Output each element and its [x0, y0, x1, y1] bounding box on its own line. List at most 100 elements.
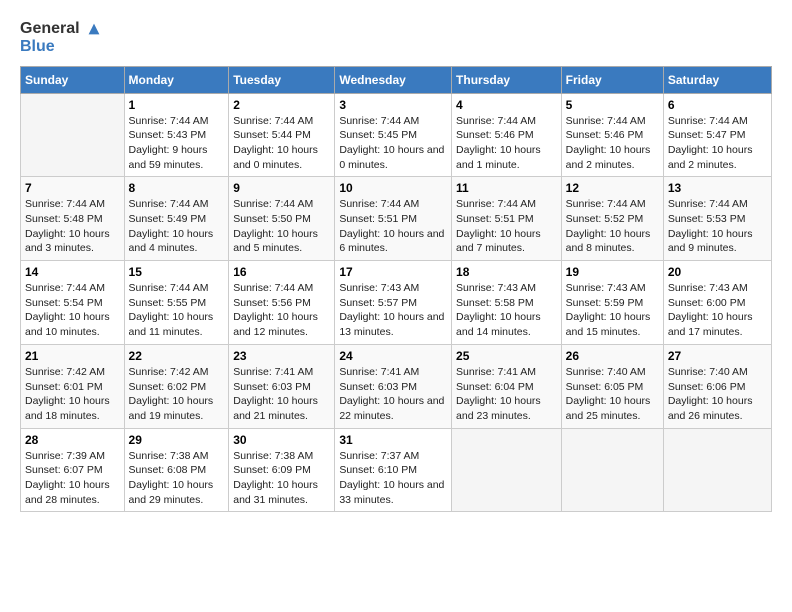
calendar-table: SundayMondayTuesdayWednesdayThursdayFrid…: [20, 66, 772, 513]
calendar-cell: 1 Sunrise: 7:44 AMSunset: 5:43 PMDayligh…: [124, 93, 229, 177]
day-info: Sunrise: 7:44 AMSunset: 5:48 PMDaylight:…: [25, 197, 120, 256]
calendar-cell: 20 Sunrise: 7:43 AMSunset: 6:00 PMDaylig…: [663, 261, 771, 345]
calendar-cell: 3 Sunrise: 7:44 AMSunset: 5:45 PMDayligh…: [335, 93, 452, 177]
weekday-header: Thursday: [452, 66, 562, 93]
day-info: Sunrise: 7:44 AMSunset: 5:46 PMDaylight:…: [566, 114, 659, 173]
logo: General Blue: [20, 20, 104, 56]
day-number: 10: [339, 181, 447, 195]
calendar-cell: 6 Sunrise: 7:44 AMSunset: 5:47 PMDayligh…: [663, 93, 771, 177]
weekday-header: Sunday: [21, 66, 125, 93]
calendar-cell: 4 Sunrise: 7:44 AMSunset: 5:46 PMDayligh…: [452, 93, 562, 177]
day-number: 8: [129, 181, 225, 195]
calendar-cell: 26 Sunrise: 7:40 AMSunset: 6:05 PMDaylig…: [561, 344, 663, 428]
day-number: 27: [668, 349, 767, 363]
day-number: 3: [339, 98, 447, 112]
day-number: 24: [339, 349, 447, 363]
day-number: 4: [456, 98, 557, 112]
calendar-cell: 7 Sunrise: 7:44 AMSunset: 5:48 PMDayligh…: [21, 177, 125, 261]
day-info: Sunrise: 7:38 AMSunset: 6:08 PMDaylight:…: [129, 449, 225, 508]
day-info: Sunrise: 7:44 AMSunset: 5:53 PMDaylight:…: [668, 197, 767, 256]
calendar-cell: [561, 428, 663, 512]
day-info: Sunrise: 7:39 AMSunset: 6:07 PMDaylight:…: [25, 449, 120, 508]
calendar-cell: [452, 428, 562, 512]
day-number: 14: [25, 265, 120, 279]
calendar-week-row: 7 Sunrise: 7:44 AMSunset: 5:48 PMDayligh…: [21, 177, 772, 261]
page-header: General Blue: [20, 20, 772, 56]
day-number: 20: [668, 265, 767, 279]
calendar-cell: 5 Sunrise: 7:44 AMSunset: 5:46 PMDayligh…: [561, 93, 663, 177]
weekday-header: Wednesday: [335, 66, 452, 93]
day-info: Sunrise: 7:41 AMSunset: 6:03 PMDaylight:…: [339, 365, 447, 424]
calendar-cell: 9 Sunrise: 7:44 AMSunset: 5:50 PMDayligh…: [229, 177, 335, 261]
day-number: 5: [566, 98, 659, 112]
calendar-cell: 12 Sunrise: 7:44 AMSunset: 5:52 PMDaylig…: [561, 177, 663, 261]
calendar-cell: [663, 428, 771, 512]
day-info: Sunrise: 7:44 AMSunset: 5:47 PMDaylight:…: [668, 114, 767, 173]
calendar-cell: 11 Sunrise: 7:44 AMSunset: 5:51 PMDaylig…: [452, 177, 562, 261]
day-info: Sunrise: 7:44 AMSunset: 5:46 PMDaylight:…: [456, 114, 557, 173]
day-info: Sunrise: 7:40 AMSunset: 6:05 PMDaylight:…: [566, 365, 659, 424]
day-number: 21: [25, 349, 120, 363]
day-number: 1: [129, 98, 225, 112]
day-info: Sunrise: 7:41 AMSunset: 6:04 PMDaylight:…: [456, 365, 557, 424]
calendar-cell: 8 Sunrise: 7:44 AMSunset: 5:49 PMDayligh…: [124, 177, 229, 261]
day-number: 2: [233, 98, 330, 112]
day-number: 23: [233, 349, 330, 363]
day-number: 26: [566, 349, 659, 363]
day-info: Sunrise: 7:40 AMSunset: 6:06 PMDaylight:…: [668, 365, 767, 424]
day-number: 12: [566, 181, 659, 195]
calendar-cell: 16 Sunrise: 7:44 AMSunset: 5:56 PMDaylig…: [229, 261, 335, 345]
day-info: Sunrise: 7:44 AMSunset: 5:51 PMDaylight:…: [456, 197, 557, 256]
day-info: Sunrise: 7:44 AMSunset: 5:50 PMDaylight:…: [233, 197, 330, 256]
day-number: 25: [456, 349, 557, 363]
day-info: Sunrise: 7:38 AMSunset: 6:09 PMDaylight:…: [233, 449, 330, 508]
calendar-cell: 27 Sunrise: 7:40 AMSunset: 6:06 PMDaylig…: [663, 344, 771, 428]
calendar-cell: 2 Sunrise: 7:44 AMSunset: 5:44 PMDayligh…: [229, 93, 335, 177]
day-number: 28: [25, 433, 120, 447]
weekday-header: Tuesday: [229, 66, 335, 93]
weekday-header: Friday: [561, 66, 663, 93]
day-info: Sunrise: 7:43 AMSunset: 5:59 PMDaylight:…: [566, 281, 659, 340]
day-info: Sunrise: 7:44 AMSunset: 5:49 PMDaylight:…: [129, 197, 225, 256]
weekday-header: Monday: [124, 66, 229, 93]
weekday-header-row: SundayMondayTuesdayWednesdayThursdayFrid…: [21, 66, 772, 93]
calendar-cell: 23 Sunrise: 7:41 AMSunset: 6:03 PMDaylig…: [229, 344, 335, 428]
day-number: 30: [233, 433, 330, 447]
day-info: Sunrise: 7:44 AMSunset: 5:51 PMDaylight:…: [339, 197, 447, 256]
day-number: 17: [339, 265, 447, 279]
calendar-cell: 17 Sunrise: 7:43 AMSunset: 5:57 PMDaylig…: [335, 261, 452, 345]
calendar-cell: 31 Sunrise: 7:37 AMSunset: 6:10 PMDaylig…: [335, 428, 452, 512]
day-number: 16: [233, 265, 330, 279]
day-info: Sunrise: 7:37 AMSunset: 6:10 PMDaylight:…: [339, 449, 447, 508]
calendar-week-row: 1 Sunrise: 7:44 AMSunset: 5:43 PMDayligh…: [21, 93, 772, 177]
day-info: Sunrise: 7:44 AMSunset: 5:55 PMDaylight:…: [129, 281, 225, 340]
calendar-week-row: 21 Sunrise: 7:42 AMSunset: 6:01 PMDaylig…: [21, 344, 772, 428]
calendar-cell: 22 Sunrise: 7:42 AMSunset: 6:02 PMDaylig…: [124, 344, 229, 428]
day-info: Sunrise: 7:43 AMSunset: 5:58 PMDaylight:…: [456, 281, 557, 340]
day-number: 13: [668, 181, 767, 195]
calendar-cell: 19 Sunrise: 7:43 AMSunset: 5:59 PMDaylig…: [561, 261, 663, 345]
day-info: Sunrise: 7:44 AMSunset: 5:56 PMDaylight:…: [233, 281, 330, 340]
day-number: 9: [233, 181, 330, 195]
day-info: Sunrise: 7:44 AMSunset: 5:54 PMDaylight:…: [25, 281, 120, 340]
calendar-cell: 24 Sunrise: 7:41 AMSunset: 6:03 PMDaylig…: [335, 344, 452, 428]
day-info: Sunrise: 7:41 AMSunset: 6:03 PMDaylight:…: [233, 365, 330, 424]
day-info: Sunrise: 7:43 AMSunset: 5:57 PMDaylight:…: [339, 281, 447, 340]
day-info: Sunrise: 7:42 AMSunset: 6:02 PMDaylight:…: [129, 365, 225, 424]
day-info: Sunrise: 7:44 AMSunset: 5:43 PMDaylight:…: [129, 114, 225, 173]
day-info: Sunrise: 7:44 AMSunset: 5:44 PMDaylight:…: [233, 114, 330, 173]
calendar-week-row: 14 Sunrise: 7:44 AMSunset: 5:54 PMDaylig…: [21, 261, 772, 345]
day-number: 29: [129, 433, 225, 447]
day-number: 31: [339, 433, 447, 447]
day-number: 6: [668, 98, 767, 112]
calendar-cell: 10 Sunrise: 7:44 AMSunset: 5:51 PMDaylig…: [335, 177, 452, 261]
weekday-header: Saturday: [663, 66, 771, 93]
calendar-cell: 21 Sunrise: 7:42 AMSunset: 6:01 PMDaylig…: [21, 344, 125, 428]
calendar-cell: 18 Sunrise: 7:43 AMSunset: 5:58 PMDaylig…: [452, 261, 562, 345]
day-info: Sunrise: 7:43 AMSunset: 6:00 PMDaylight:…: [668, 281, 767, 340]
calendar-cell: 15 Sunrise: 7:44 AMSunset: 5:55 PMDaylig…: [124, 261, 229, 345]
logo-arrow-icon: [85, 20, 103, 38]
logo-text: General Blue: [20, 20, 104, 56]
calendar-cell: 28 Sunrise: 7:39 AMSunset: 6:07 PMDaylig…: [21, 428, 125, 512]
day-info: Sunrise: 7:44 AMSunset: 5:45 PMDaylight:…: [339, 114, 447, 173]
